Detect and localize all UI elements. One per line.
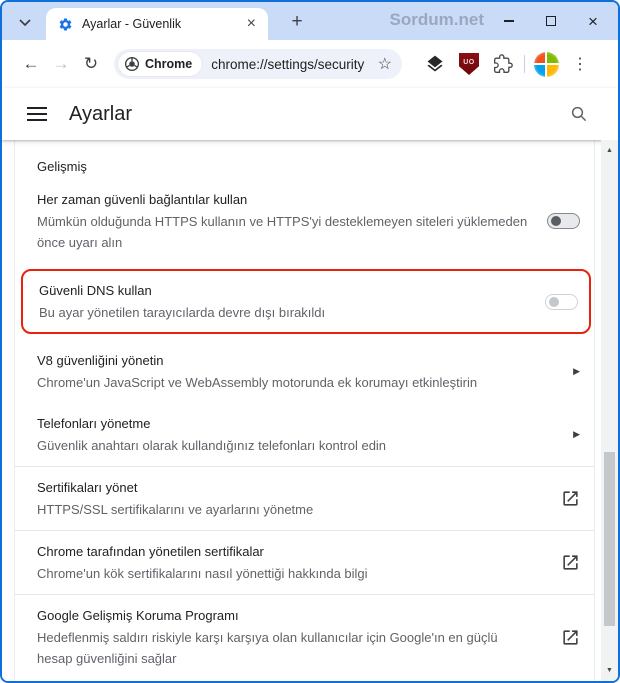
external-link-icon bbox=[561, 489, 580, 508]
setting-row-advanced-protection[interactable]: Google Gelişmiş Koruma Programı Hedeflen… bbox=[15, 595, 594, 679]
setting-description: HTTPS/SSL sertifikalarını ve ayarlarını … bbox=[37, 502, 314, 517]
settings-gear-icon bbox=[58, 17, 73, 32]
tab-close-button[interactable]: × bbox=[243, 15, 260, 33]
new-tab-button[interactable]: + bbox=[282, 8, 312, 36]
setting-description: Chrome'un JavaScript ve WebAssembly moto… bbox=[37, 375, 478, 390]
scroll-up-button[interactable]: ▲ bbox=[601, 142, 618, 159]
external-link-icon bbox=[561, 628, 580, 647]
setting-label: Her zaman güvenli bağlantılar kullan bbox=[37, 192, 248, 207]
setting-label: Google Gelişmiş Koruma Programı bbox=[37, 608, 239, 623]
layers-icon bbox=[425, 54, 445, 74]
maximize-button[interactable] bbox=[530, 2, 572, 40]
tab-search-button[interactable] bbox=[12, 10, 38, 34]
tab-title: Ayarlar - Güvenlik bbox=[82, 17, 182, 31]
page-title: Ayarlar bbox=[69, 102, 132, 125]
external-link-icon bbox=[561, 553, 580, 572]
setting-description: Bu ayar yönetilen tarayıcılarda devre dı… bbox=[39, 305, 326, 320]
setting-label: Chrome tarafından yönetilen sertifikalar bbox=[37, 544, 264, 559]
back-button[interactable]: ← bbox=[16, 49, 46, 79]
browser-toolbar: ← → ↻ Chrome chrome://settings/security … bbox=[2, 40, 618, 88]
setting-label: V8 güvenliğini yönetin bbox=[37, 353, 164, 368]
https-first-toggle[interactable] bbox=[547, 213, 580, 229]
subpage-arrow-icon: ▶ bbox=[573, 366, 580, 376]
settings-card: Gelişmiş Her zaman güvenli bağlantılar k… bbox=[14, 140, 595, 681]
minimize-icon bbox=[504, 20, 514, 22]
extensions-menu-button[interactable] bbox=[486, 48, 520, 80]
watermark-text: Sordum.net bbox=[389, 10, 484, 29]
url-text[interactable]: chrome://settings/security bbox=[211, 57, 375, 72]
setting-label: Telefonları yönetme bbox=[37, 416, 151, 431]
setting-row-manage-certificates[interactable]: Sertifikaları yönet HTTPS/SSL sertifikal… bbox=[15, 467, 594, 530]
toolbar-separator bbox=[524, 55, 525, 73]
setting-row-v8-security[interactable]: V8 güvenliğini yönetin Chrome'un JavaScr… bbox=[15, 340, 594, 403]
main-menu-button[interactable] bbox=[27, 107, 47, 121]
settings-header: Ayarlar bbox=[2, 88, 618, 140]
chevron-down-icon bbox=[19, 13, 31, 31]
reload-icon: ↻ bbox=[83, 54, 99, 73]
setting-row-chrome-root-certificates[interactable]: Chrome tarafından yönetilen sertifikalar… bbox=[15, 531, 594, 594]
puzzle-icon bbox=[493, 54, 513, 74]
window-controls: × bbox=[488, 2, 614, 40]
scrollbar[interactable]: ▲ ▼ bbox=[601, 140, 618, 681]
setting-description: Hedeflenmiş saldırı riskiyle karşı karşı… bbox=[37, 630, 498, 666]
scrollbar-thumb[interactable] bbox=[604, 452, 615, 626]
chrome-logo-icon bbox=[124, 56, 140, 72]
close-icon: × bbox=[588, 11, 598, 31]
setting-description: Mümkün olduğunda HTTPS kullanın ve HTTPS… bbox=[37, 214, 528, 250]
ublock-shield-icon: UO bbox=[459, 53, 479, 75]
setting-label: Sertifikaları yönet bbox=[37, 480, 138, 495]
layers-extension-button[interactable] bbox=[418, 48, 452, 80]
kebab-menu-icon: ⋮ bbox=[572, 56, 588, 73]
close-button[interactable]: × bbox=[572, 2, 614, 40]
profile-button[interactable] bbox=[529, 48, 563, 80]
subpage-arrow-icon: ▶ bbox=[573, 429, 580, 439]
site-chip-label: Chrome bbox=[145, 57, 193, 71]
maximize-icon bbox=[546, 16, 556, 26]
active-tab[interactable]: Ayarlar - Güvenlik × bbox=[46, 8, 268, 40]
setting-row-https-first[interactable]: Her zaman güvenli bağlantılar kullan Müm… bbox=[15, 179, 594, 263]
section-header: Gelişmiş bbox=[37, 159, 87, 174]
setting-description: Güvenlik anahtarı olarak kullandığınız t… bbox=[37, 438, 387, 453]
setting-label: Güvenli DNS kullan bbox=[39, 283, 152, 298]
reload-button[interactable]: ↻ bbox=[76, 49, 106, 79]
bookmark-star-icon[interactable]: ☆ bbox=[376, 54, 394, 74]
site-chip[interactable]: Chrome bbox=[118, 52, 203, 76]
forward-icon: → bbox=[52, 54, 70, 73]
setting-description: Chrome'un kök sertifikalarını nasıl yöne… bbox=[37, 566, 368, 581]
search-button[interactable] bbox=[570, 105, 588, 123]
address-bar[interactable]: Chrome chrome://settings/security ☆ bbox=[114, 49, 402, 79]
forward-button[interactable]: → bbox=[46, 49, 76, 79]
scroll-down-button[interactable]: ▼ bbox=[601, 662, 618, 679]
settings-content: Gelişmiş Her zaman güvenli bağlantılar k… bbox=[2, 140, 618, 681]
browser-window: Ayarlar - Güvenlik × + Sordum.net × ← → … bbox=[0, 0, 620, 683]
browser-menu-button[interactable]: ⋮ bbox=[563, 48, 597, 80]
minimize-button[interactable] bbox=[488, 2, 530, 40]
profile-avatar bbox=[533, 51, 559, 77]
search-icon bbox=[570, 105, 588, 123]
setting-row-secure-dns[interactable]: Güvenli DNS kullan Bu ayar yönetilen tar… bbox=[21, 269, 591, 334]
secure-dns-toggle bbox=[545, 293, 578, 310]
titlebar: Ayarlar - Güvenlik × + Sordum.net × bbox=[2, 2, 618, 40]
setting-row-manage-phones[interactable]: Telefonları yönetme Güvenlik anahtarı ol… bbox=[15, 403, 594, 466]
back-icon: ← bbox=[22, 54, 40, 73]
ublock-extension-button[interactable]: UO bbox=[452, 48, 486, 80]
